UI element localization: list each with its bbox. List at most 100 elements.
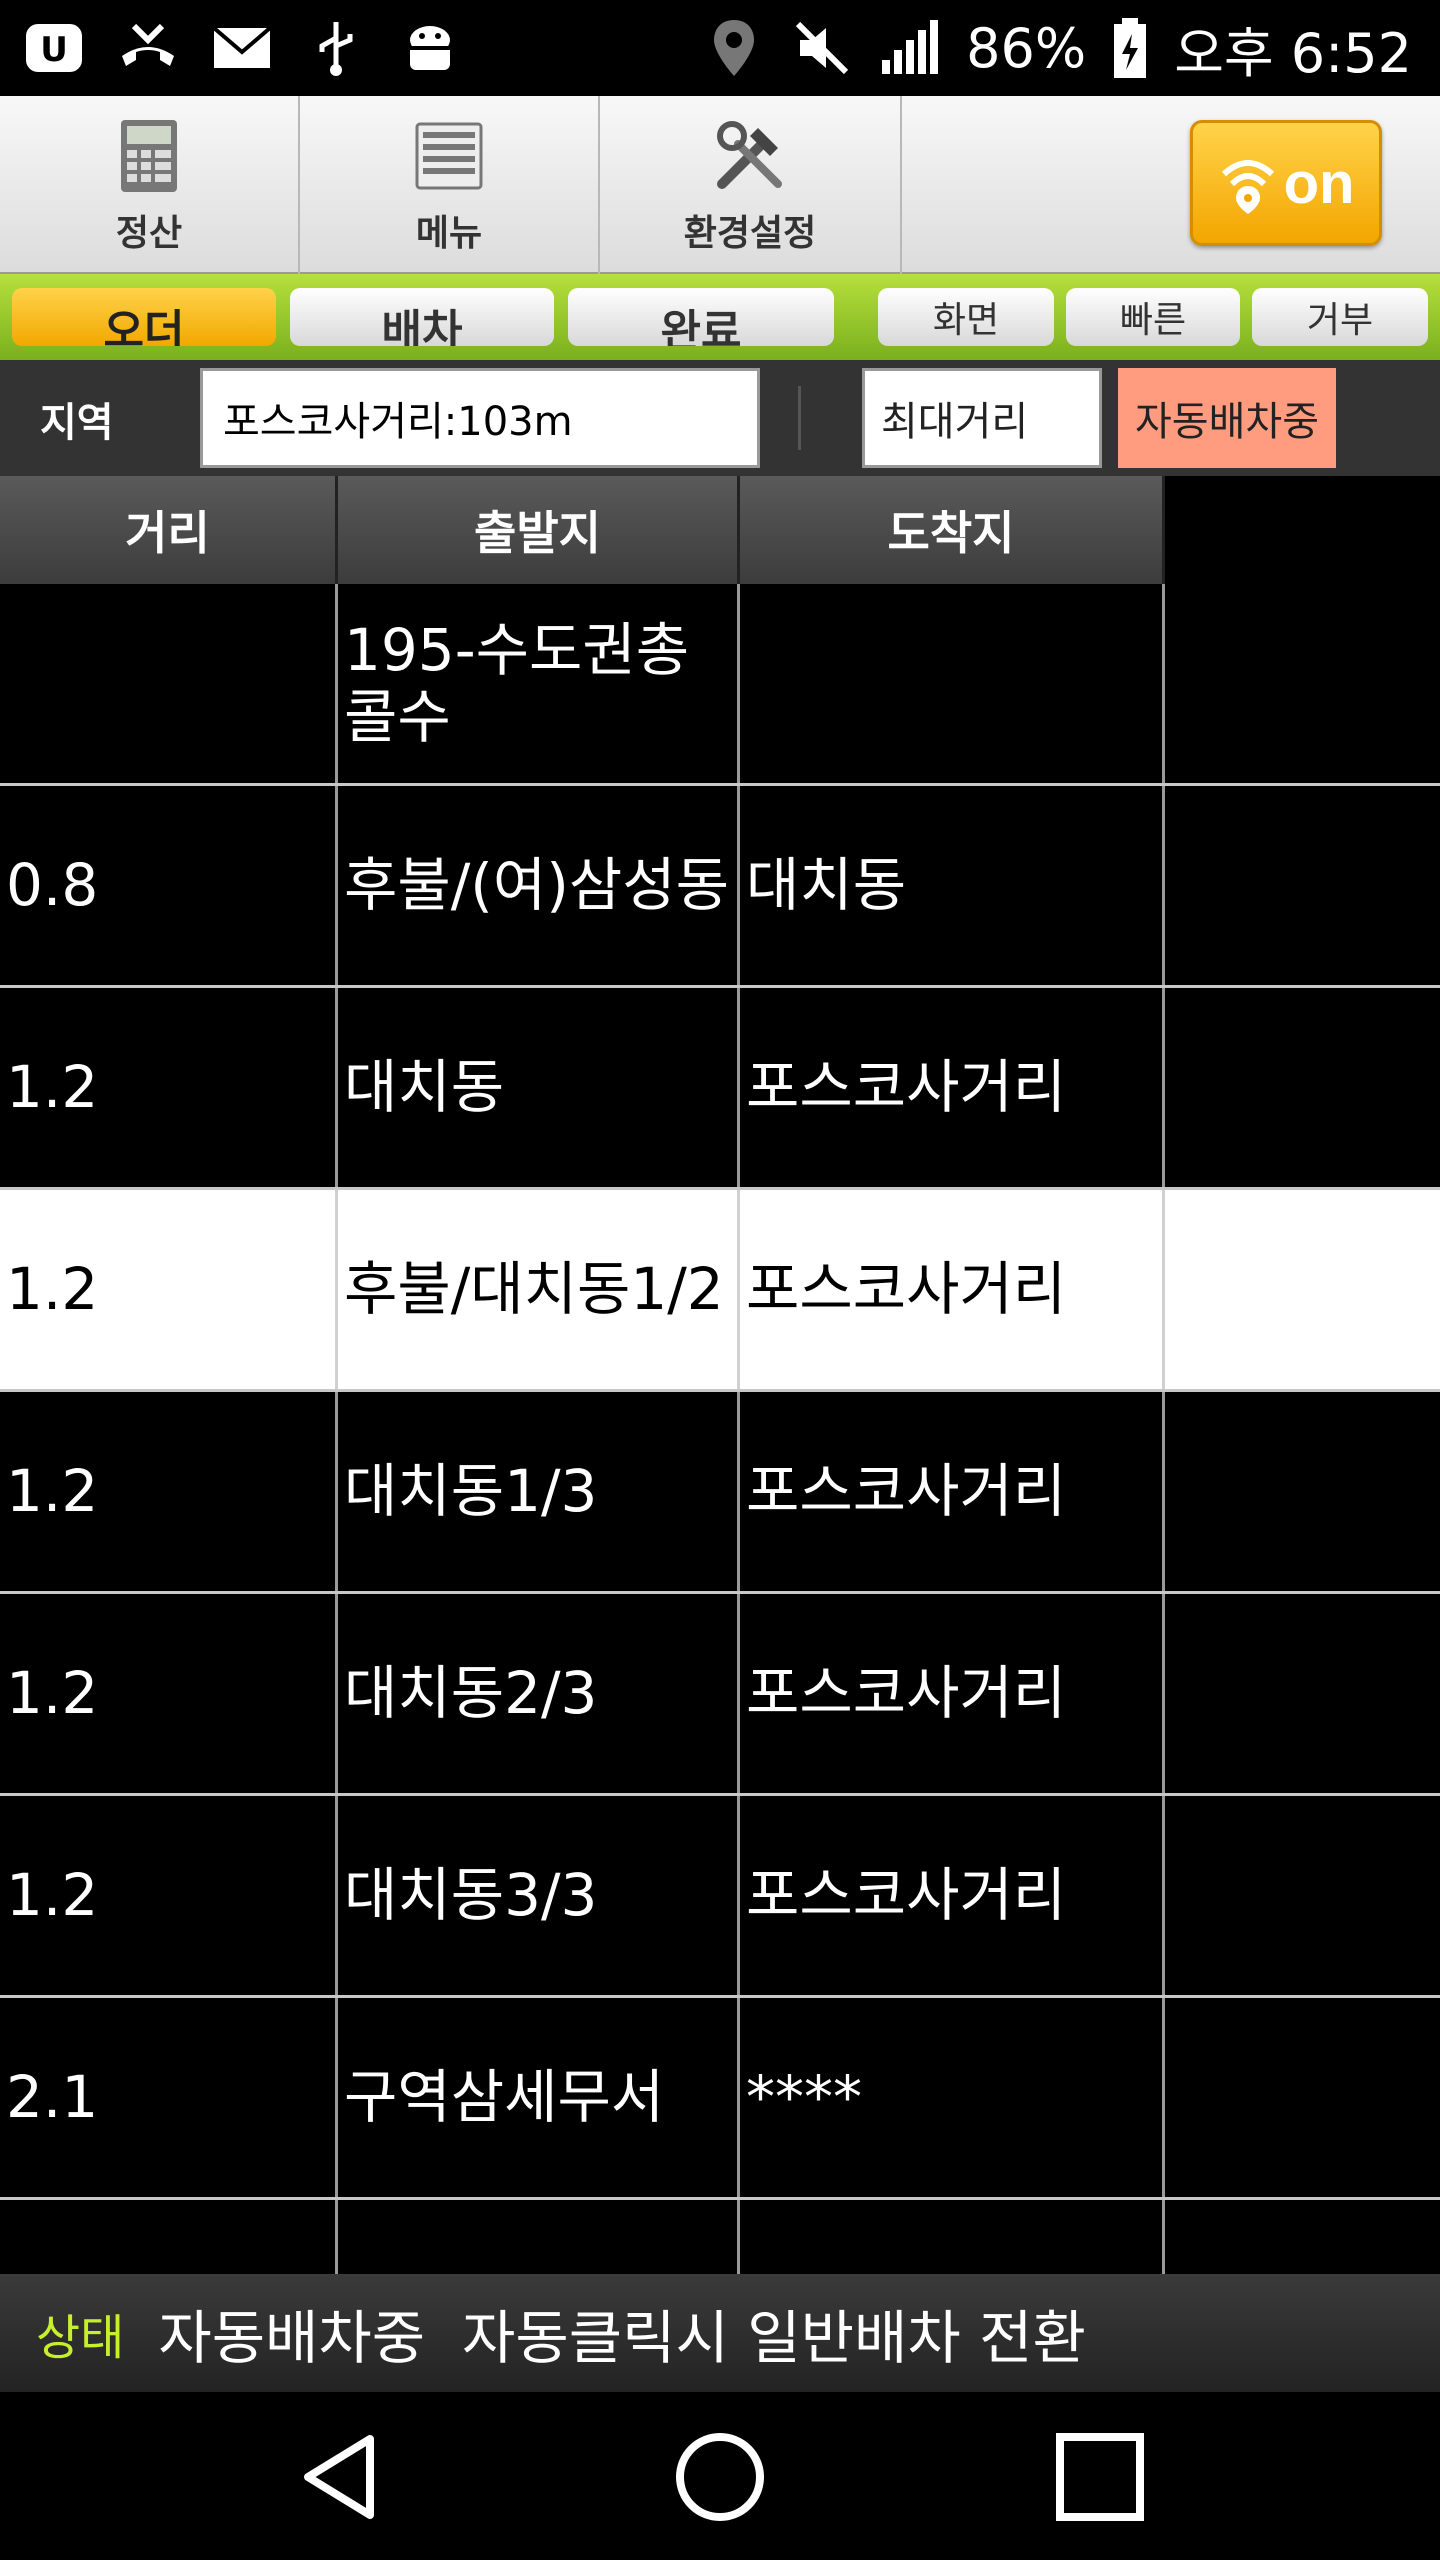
system-status-bar: U 86% 오후 6:52 xyxy=(0,0,1440,96)
signal-icon xyxy=(878,16,942,80)
destination-cell: 포스코사거리 xyxy=(740,988,1165,1187)
table-row[interactable]: 1.2 대치동 포스코사거리 xyxy=(0,988,1440,1190)
destination-cell: 대치동 xyxy=(740,786,1165,985)
table-header: 거리 출발지 도착지 xyxy=(0,476,1165,584)
home-button[interactable] xyxy=(660,2424,780,2534)
tools-icon xyxy=(708,114,792,198)
extra-cell xyxy=(1165,2200,1440,2276)
origin-cell: 195-수도권총콜수 xyxy=(338,584,740,783)
distance-cell: 1.2 xyxy=(0,1392,338,1591)
back-icon xyxy=(292,2427,392,2531)
extra-cell xyxy=(1165,1998,1440,2197)
status-right-icons: 86% 오후 6:52 xyxy=(702,0,1412,96)
divider xyxy=(798,386,801,450)
screen-button[interactable]: 화면 xyxy=(878,288,1054,346)
table-row[interactable]: 1.2 대치동2/3 포스코사거리 xyxy=(0,1594,1440,1796)
fast-button[interactable]: 빠른 xyxy=(1066,288,1240,346)
mute-icon xyxy=(790,16,854,80)
destination-cell xyxy=(740,584,1165,783)
table-row[interactable]: 1.2 대치동3/3 포스코사거리 xyxy=(0,1796,1440,1998)
status-left-icons: U xyxy=(22,16,462,80)
distance-cell: 1.2 xyxy=(0,1796,338,1995)
online-label: on xyxy=(1283,150,1355,216)
destination-cell: 포스코사거리 xyxy=(740,1392,1165,1591)
recents-icon xyxy=(1050,2427,1150,2531)
distance-cell xyxy=(0,2200,338,2276)
extra-cell xyxy=(1165,1796,1440,1995)
status-key: 상태 xyxy=(36,2310,125,2366)
missed-call-icon xyxy=(116,16,180,80)
header-distance[interactable]: 거리 xyxy=(0,476,338,584)
android-debug-icon xyxy=(398,16,462,80)
recents-button[interactable] xyxy=(1040,2424,1160,2534)
app-toolbar: 정산 메뉴 환경설정 on xyxy=(0,96,1440,274)
origin-cell: 구역삼세무서 xyxy=(338,1998,740,2197)
extra-cell xyxy=(1165,786,1440,985)
extra-cell xyxy=(1165,1594,1440,1793)
origin-cell: 후불/대치동1/2 xyxy=(338,1190,740,1389)
system-nav-bar xyxy=(0,2392,1440,2560)
distance-cell: 2.1 xyxy=(0,1998,338,2197)
destination-cell xyxy=(740,2200,1165,2276)
origin-cell: 대치동1/3 xyxy=(338,1392,740,1591)
destination-cell: 포스코사거리 xyxy=(740,1796,1165,1995)
table-row[interactable]: 2.1 구역삼세무서 **** xyxy=(0,1998,1440,2200)
mail-icon xyxy=(210,16,274,80)
table-row[interactable]: 0.8 후불/(여)삼성동 대치동 xyxy=(0,786,1440,988)
origin-cell: 대치동 xyxy=(338,988,740,1187)
list-menu-icon xyxy=(407,114,491,198)
app-root: U 86% 오후 6:52 정산 메뉴 환경설정 on 오더 배차 완료 화면 … xyxy=(0,0,1440,2560)
origin-cell xyxy=(338,2200,740,2276)
table-row-partial[interactable] xyxy=(0,2200,1440,2276)
location-icon xyxy=(702,16,766,80)
status-value: 자동배차중 자동클릭시 일반배차 전환 xyxy=(158,2304,1086,2372)
back-button[interactable] xyxy=(282,2424,402,2534)
calculator-icon xyxy=(107,114,191,198)
tab-order[interactable]: 오더 xyxy=(12,288,276,346)
tab-bar: 오더 배차 완료 화면 빠른 거부 xyxy=(0,274,1440,360)
destination-cell: 포스코사거리 xyxy=(740,1190,1165,1389)
usb-icon xyxy=(304,16,368,80)
settle-button[interactable]: 정산 xyxy=(0,96,300,274)
online-toggle-button[interactable]: on xyxy=(1190,120,1382,246)
settings-button[interactable]: 환경설정 xyxy=(600,96,902,274)
order-table: 거리 출발지 도착지 195-수도권총콜수 0.8 후불/(여)삼성동 대치동 … xyxy=(0,476,1440,2276)
extra-cell xyxy=(1165,988,1440,1187)
extra-cell xyxy=(1165,584,1440,783)
table-row-selected[interactable]: 1.2 후불/대치동1/2 포스코사거리 xyxy=(0,1190,1440,1392)
menu-button[interactable]: 메뉴 xyxy=(300,96,600,274)
auto-dispatch-button[interactable]: 자동배차중 xyxy=(1118,368,1336,468)
reject-button[interactable]: 거부 xyxy=(1252,288,1428,346)
extra-cell xyxy=(1165,1190,1440,1389)
svg-text:U: U xyxy=(40,30,68,70)
battery-percent: 86% xyxy=(966,16,1087,80)
settle-label: 정산 xyxy=(115,213,183,254)
filter-row: 지역 포스코사거리:103m 최대거리 자동배차중 xyxy=(0,360,1440,476)
origin-cell: 대치동3/3 xyxy=(338,1796,740,1995)
wifi-location-icon xyxy=(1218,146,1278,220)
origin-cell: 후불/(여)삼성동 xyxy=(338,786,740,985)
clock: 오후 6:52 xyxy=(1174,21,1412,85)
table-row[interactable]: 195-수도권총콜수 xyxy=(0,584,1440,786)
destination-cell: **** xyxy=(740,1998,1165,2197)
region-field[interactable]: 포스코사거리:103m xyxy=(200,368,760,468)
distance-cell: 1.2 xyxy=(0,988,338,1187)
distance-cell: 1.2 xyxy=(0,1594,338,1793)
distance-cell: 1.2 xyxy=(0,1190,338,1389)
status-line[interactable]: 상태 자동배차중 자동클릭시 일반배차 전환 xyxy=(0,2274,1440,2392)
origin-cell: 대치동2/3 xyxy=(338,1594,740,1793)
extra-cell xyxy=(1165,1392,1440,1591)
menu-label: 메뉴 xyxy=(415,213,483,254)
destination-cell: 포스코사거리 xyxy=(740,1594,1165,1793)
tab-dispatch[interactable]: 배차 xyxy=(290,288,554,346)
header-origin[interactable]: 출발지 xyxy=(338,476,740,584)
battery-icon xyxy=(1110,16,1150,80)
max-distance-button[interactable]: 최대거리 xyxy=(862,368,1102,468)
header-destination[interactable]: 도착지 xyxy=(740,476,1165,584)
settings-label: 환경설정 xyxy=(683,213,817,254)
region-label: 지역 xyxy=(40,400,114,446)
home-icon xyxy=(670,2427,770,2531)
tab-done[interactable]: 완료 xyxy=(568,288,834,346)
uplus-icon: U xyxy=(22,16,86,80)
table-row[interactable]: 1.2 대치동1/3 포스코사거리 xyxy=(0,1392,1440,1594)
